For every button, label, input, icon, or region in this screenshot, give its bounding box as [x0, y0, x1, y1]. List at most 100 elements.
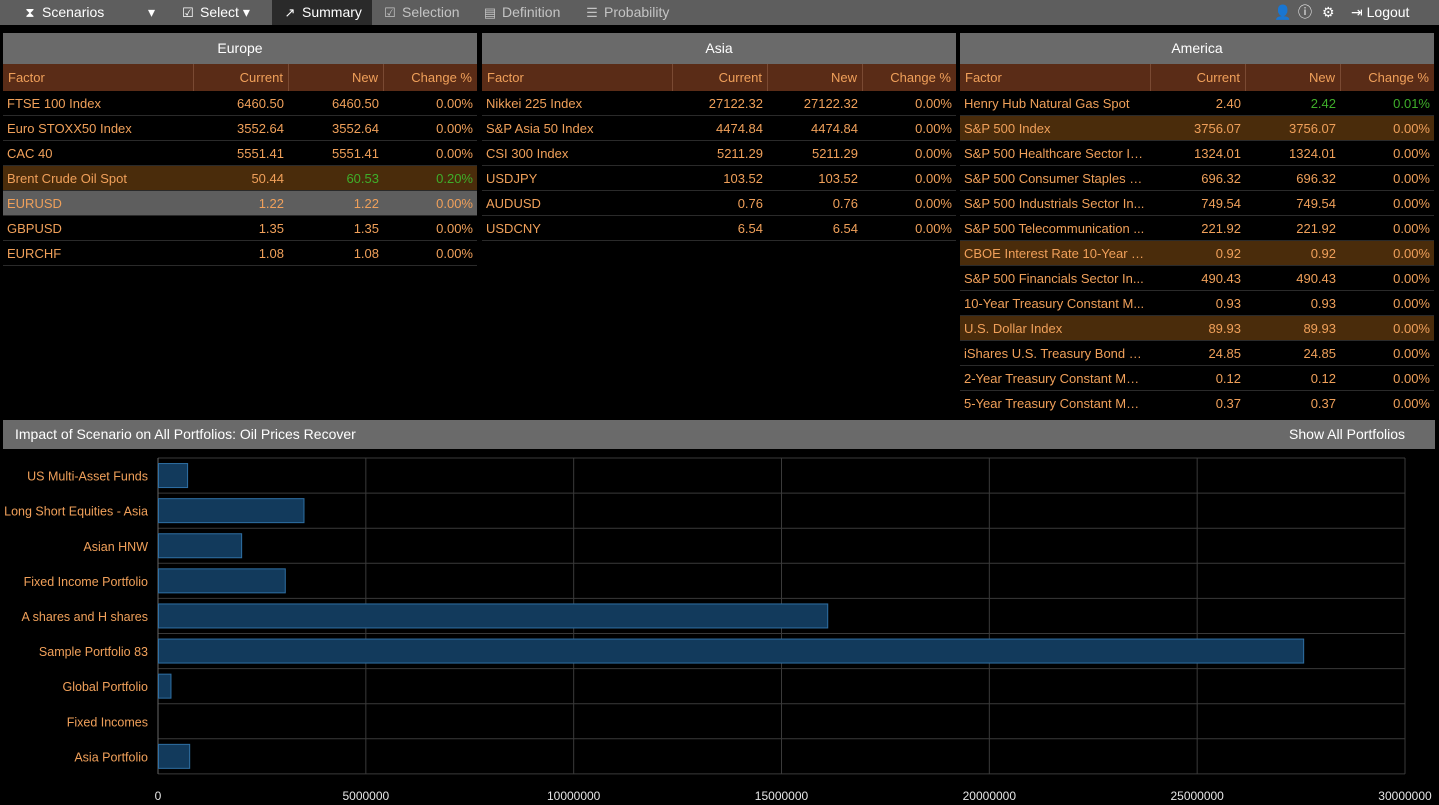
- x-tick-label: 15000000: [755, 789, 809, 803]
- change-cell: 0.00%: [1393, 146, 1430, 161]
- table-row[interactable]: CAC 40 5551.41 5551.41 0.00%: [3, 141, 477, 166]
- category-label: Asia Portfolio: [74, 750, 148, 764]
- table-row[interactable]: CBOE Interest Rate 10-Year T-... 0.92 0.92…: [960, 241, 1434, 266]
- change-column-header[interactable]: Change %: [383, 64, 477, 91]
- logout-label: Logout: [1366, 4, 1410, 20]
- bar: [158, 603, 829, 629]
- table-row[interactable]: Euro STOXX50 Index 3552.64 3552.64 0.00%: [3, 116, 477, 141]
- table-row[interactable]: S&P 500 Telecommunication ... 221.92 221.9…: [960, 216, 1434, 241]
- new-cell: 0.92: [1310, 246, 1336, 261]
- logout-button[interactable]: ⇥ Logout: [1351, 0, 1409, 25]
- table-row[interactable]: 10-Year Treasury Constant M... 0.93 0.93 0.…: [960, 291, 1434, 316]
- table-row[interactable]: USDCNY 6.54 6.54 0.00%: [482, 216, 956, 241]
- factor-cell: Brent Crude Oil Spot: [7, 171, 127, 186]
- current-cell: 6.54: [737, 221, 763, 236]
- new-cell: 1.35: [353, 221, 379, 236]
- category-label: Sample Portfolio 83: [39, 645, 148, 659]
- change-cell: 0.00%: [1393, 346, 1430, 361]
- show-all-portfolios-button[interactable]: Show All Portfolios: [1289, 420, 1405, 449]
- new-cell: 6.54: [832, 221, 858, 236]
- new-column-header[interactable]: New: [767, 64, 862, 91]
- table-row[interactable]: 5-Year Treasury Constant Mat... 0.37 0.37 0…: [960, 391, 1434, 415]
- asia-column-header: Factor Current New Change %: [482, 64, 956, 91]
- tab-probability[interactable]: ☰ Probability: [584, 0, 669, 25]
- tab-selection[interactable]: ☑ Selection: [382, 0, 459, 25]
- new-cell: 6460.50: [332, 96, 379, 111]
- table-row[interactable]: Nikkei 225 Index 27122.32 27122.32 0.00%: [482, 91, 956, 116]
- info-icon[interactable]: ⓘ: [1298, 0, 1312, 25]
- table-row[interactable]: S&P 500 Index 3756.07 3756.07 0.00%: [960, 116, 1434, 141]
- change-cell: 0.00%: [915, 221, 952, 236]
- table-row[interactable]: S&P 500 Consumer Staples S... 696.32 696.3…: [960, 166, 1434, 191]
- current-cell: 1324.01: [1194, 146, 1241, 161]
- factor-cell: S&P 500 Financials Sector In...: [964, 271, 1144, 286]
- select-label: Select: [200, 4, 239, 20]
- tab-summary[interactable]: ↗ Summary: [272, 0, 372, 25]
- change-cell: 0.00%: [1393, 221, 1430, 236]
- current-cell: 5551.41: [237, 146, 284, 161]
- select-menu[interactable]: ☑ Select ▾: [180, 0, 250, 25]
- user-icon[interactable]: 👤: [1274, 0, 1291, 25]
- new-cell: 2.42: [1310, 96, 1336, 111]
- change-column-header[interactable]: Change %: [862, 64, 956, 91]
- change-cell: 0.00%: [915, 96, 952, 111]
- table-row[interactable]: S&P 500 Financials Sector In... 490.43 490…: [960, 266, 1434, 291]
- new-cell: 490.43: [1296, 271, 1336, 286]
- change-cell: 0.00%: [1393, 296, 1430, 311]
- current-cell: 0.92: [1215, 246, 1241, 261]
- factor-cell: USDCNY: [486, 221, 541, 236]
- new-cell: 27122.32: [803, 96, 858, 111]
- change-cell: 0.00%: [915, 121, 952, 136]
- table-row[interactable]: USDJPY 103.52 103.52 0.00%: [482, 166, 956, 191]
- tab-probability-label: Probability: [604, 4, 670, 20]
- bar: [158, 533, 243, 559]
- current-cell: 50.44: [251, 171, 284, 186]
- table-row[interactable]: Henry Hub Natural Gas Spot 2.40 2.42 0.01%: [960, 91, 1434, 116]
- new-cell: 749.54: [1296, 196, 1336, 211]
- table-row[interactable]: S&P 500 Industrials Sector In... 749.54 74…: [960, 191, 1434, 216]
- change-cell: 0.20%: [436, 171, 473, 186]
- change-cell: 0.00%: [915, 146, 952, 161]
- table-row[interactable]: FTSE 100 Index 6460.50 6460.50 0.00%: [3, 91, 477, 116]
- table-row[interactable]: U.S. Dollar Index 89.93 89.93 0.00%: [960, 316, 1434, 341]
- factor-cell: AUDUSD: [486, 196, 541, 211]
- current-cell: 221.92: [1201, 221, 1241, 236]
- table-row[interactable]: iShares U.S. Treasury Bond ETF 24.85 24.85…: [960, 341, 1434, 366]
- factor-column-header[interactable]: Factor: [482, 64, 672, 91]
- tab-definition[interactable]: ▤ Definition: [482, 0, 561, 25]
- change-cell: 0.01%: [1393, 96, 1430, 111]
- current-column-header[interactable]: Current: [1150, 64, 1245, 91]
- table-row[interactable]: Brent Crude Oil Spot 50.44 60.53 0.20%: [3, 166, 477, 191]
- europe-column-header: Factor Current New Change %: [3, 64, 477, 91]
- table-row[interactable]: S&P 500 Healthcare Sector In... 1324.01 13…: [960, 141, 1434, 166]
- table-row[interactable]: AUDUSD 0.76 0.76 0.00%: [482, 191, 956, 216]
- current-cell: 24.85: [1208, 346, 1241, 361]
- factor-cell: S&P 500 Telecommunication ...: [964, 221, 1145, 236]
- new-column-header[interactable]: New: [1245, 64, 1340, 91]
- factor-column-header[interactable]: Factor: [960, 64, 1150, 91]
- table-row[interactable]: GBPUSD 1.35 1.35 0.00%: [3, 216, 477, 241]
- change-column-header[interactable]: Change %: [1340, 64, 1434, 91]
- europe-panel: Europe Factor Current New Change % FTSE …: [3, 33, 477, 415]
- table-row[interactable]: CSI 300 Index 5211.29 5211.29 0.00%: [482, 141, 956, 166]
- table-row[interactable]: S&P Asia 50 Index 4474.84 4474.84 0.00%: [482, 116, 956, 141]
- table-row[interactable]: 2-Year Treasury Constant Mat... 0.12 0.12 0…: [960, 366, 1434, 391]
- change-cell: 0.00%: [436, 96, 473, 111]
- bar: [158, 498, 305, 524]
- table-row[interactable]: EURCHF 1.08 1.08 0.00%: [3, 241, 477, 266]
- current-cell: 6460.50: [237, 96, 284, 111]
- new-cell: 24.85: [1303, 346, 1336, 361]
- current-column-header[interactable]: Current: [193, 64, 288, 91]
- current-column-header[interactable]: Current: [672, 64, 767, 91]
- bar: [158, 463, 189, 489]
- scenarios-dropdown-caret[interactable]: ▾: [148, 0, 155, 25]
- new-column-header[interactable]: New: [288, 64, 383, 91]
- new-cell: 60.53: [346, 171, 379, 186]
- table-row[interactable]: EURUSD 1.22 1.22 0.00%: [3, 191, 477, 216]
- scenarios-menu[interactable]: ⧗ Scenarios: [22, 0, 104, 25]
- gear-icon[interactable]: ⚙: [1322, 0, 1335, 25]
- factor-column-header[interactable]: Factor: [3, 64, 193, 91]
- change-cell: 0.00%: [436, 121, 473, 136]
- new-cell: 1.08: [353, 246, 379, 261]
- new-cell: 5551.41: [332, 146, 379, 161]
